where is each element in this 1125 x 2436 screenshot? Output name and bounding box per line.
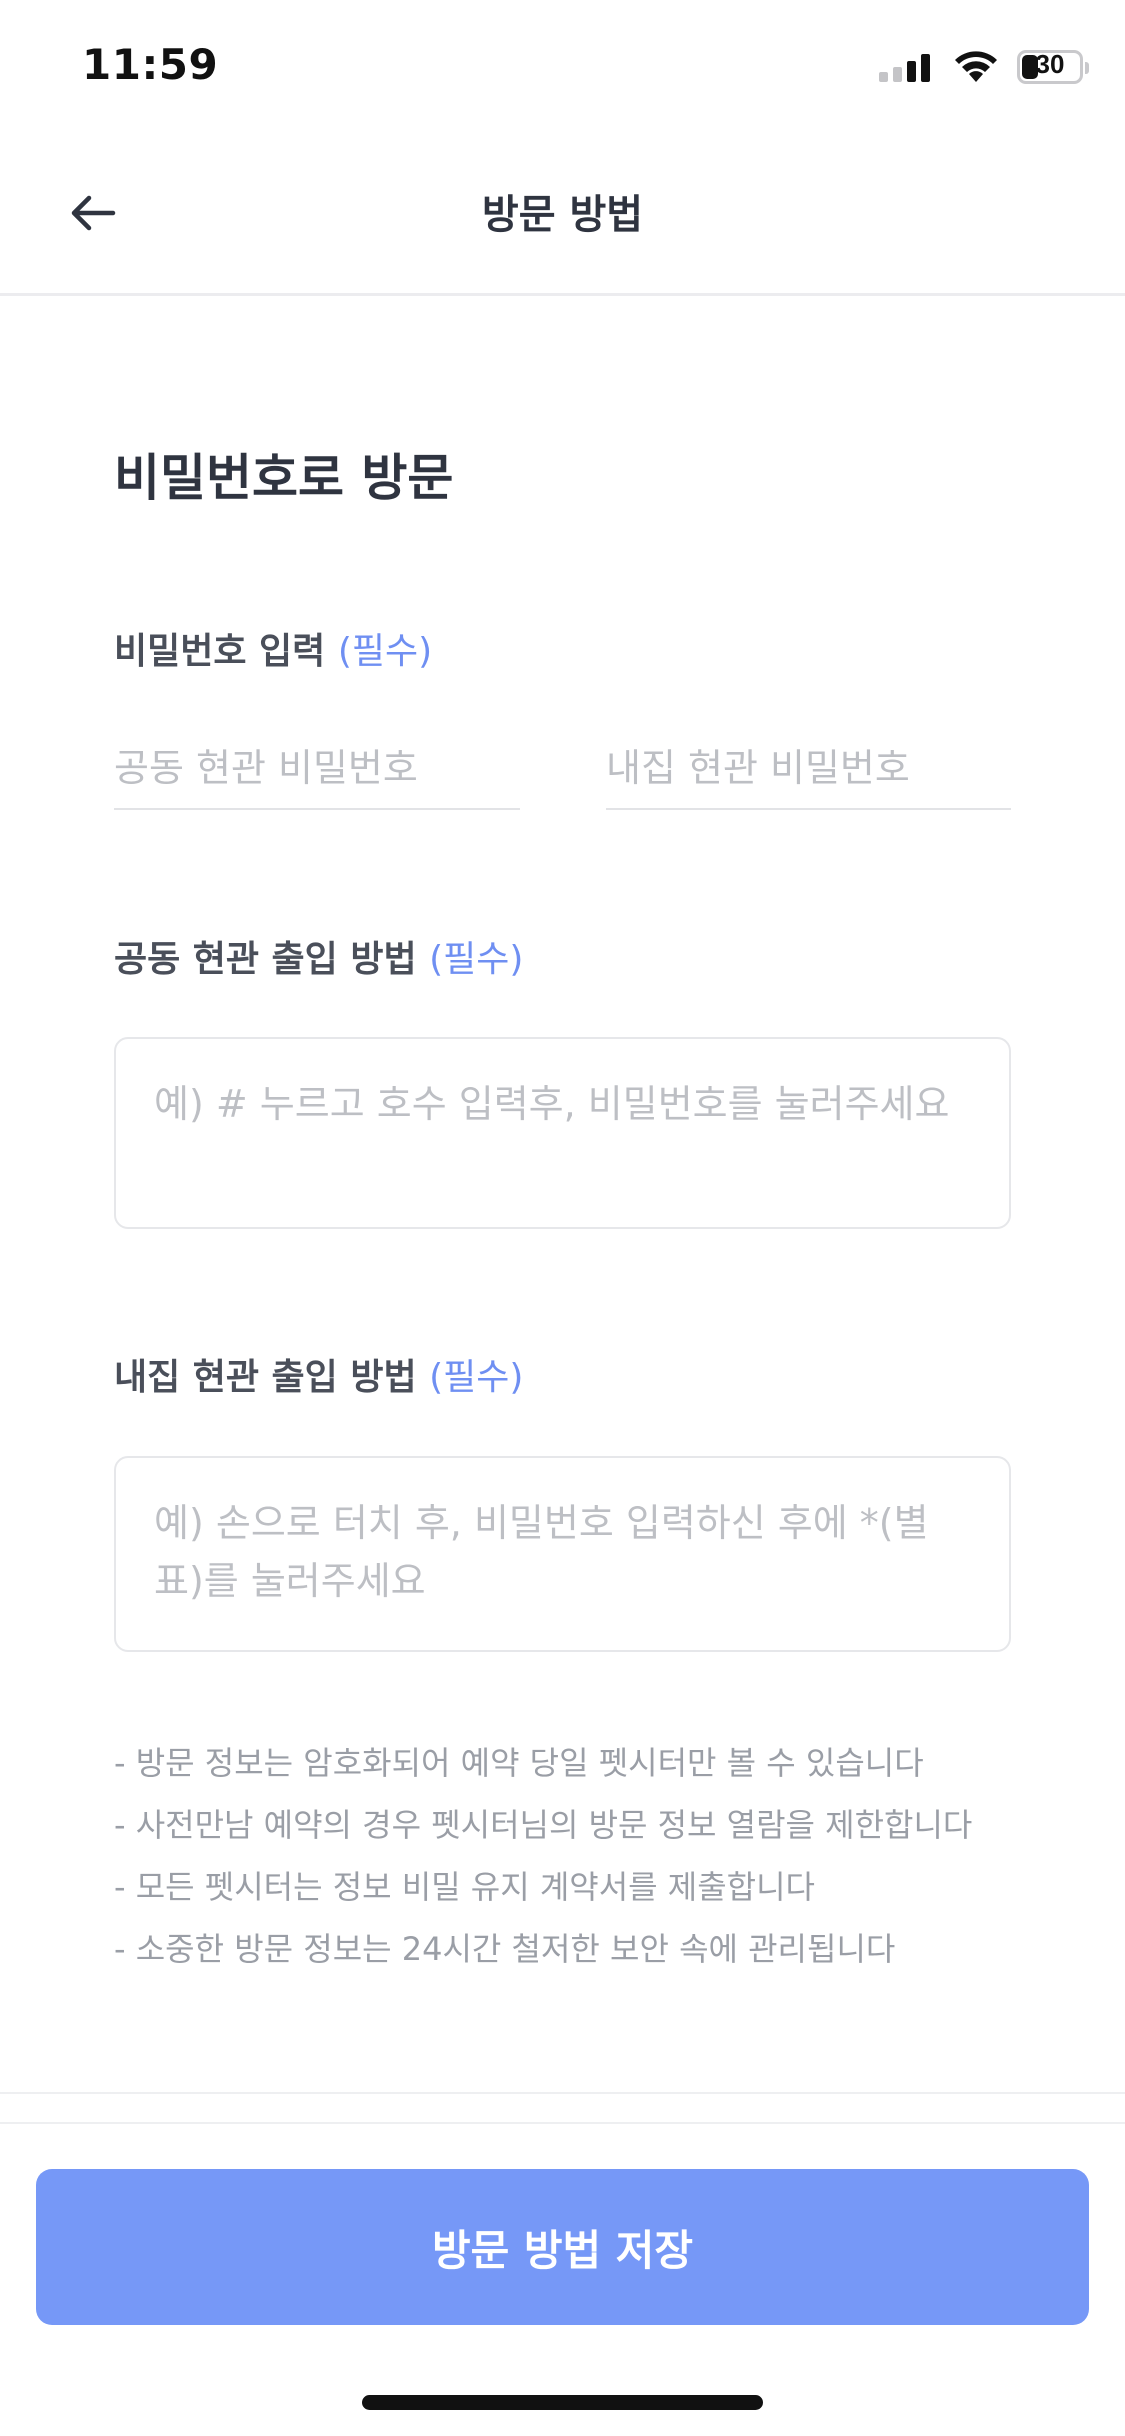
wifi-icon: [955, 51, 997, 82]
notice-list: - 방문 정보는 암호화되어 예약 당일 펫시터만 볼 수 있습니다 - 사전만…: [114, 1732, 972, 1980]
home-entry-label-text: 내집 현관 출입 방법: [114, 1357, 417, 1398]
status-icons: 30: [879, 49, 1089, 84]
common-entry-method-textarea[interactable]: [114, 1037, 1011, 1229]
home-entry-label: 내집 현관 출입 방법 (필수): [114, 1348, 523, 1400]
notice-item: - 사전만남 예약의 경우 펫시터님의 방문 정보 열람을 제한합니다: [114, 1806, 973, 1844]
password-label: 비밀번호 입력 (필수): [114, 622, 432, 674]
password-label-text: 비밀번호 입력: [114, 631, 326, 672]
home-entrance-password-input[interactable]: [606, 728, 1011, 810]
bottom-divider: [0, 2122, 1125, 2124]
bottom-divider: [0, 2092, 1125, 2094]
battery-icon: 30: [1017, 49, 1089, 84]
battery-level: 30: [1035, 49, 1065, 79]
page-title: 방문 방법: [481, 192, 644, 238]
notice-item: - 모든 펫시터는 정보 비밀 유지 계약서를 제출합니다: [114, 1868, 815, 1906]
save-visit-method-button[interactable]: 방문 방법 저장: [36, 2169, 1089, 2325]
required-badge: (필수): [429, 939, 524, 980]
common-entry-label-text: 공동 현관 출입 방법: [114, 939, 417, 980]
cellular-signal-icon: [879, 54, 930, 82]
required-badge: (필수): [429, 1357, 524, 1398]
status-time: 11:59: [82, 40, 219, 89]
notice-item: - 소중한 방문 정보는 24시간 철저한 보안 속에 관리됩니다: [114, 1930, 896, 1968]
common-entry-label: 공동 현관 출입 방법 (필수): [114, 930, 523, 982]
home-indicator[interactable]: [362, 2395, 763, 2410]
required-badge: (필수): [337, 631, 433, 672]
common-entrance-password-input[interactable]: [114, 728, 520, 810]
home-entry-method-textarea[interactable]: [114, 1456, 1011, 1652]
section-title: 비밀번호로 방문: [114, 449, 454, 507]
notice-item: - 방문 정보는 암호화되어 예약 당일 펫시터만 볼 수 있습니다: [114, 1744, 924, 1782]
header-divider: [0, 293, 1125, 296]
